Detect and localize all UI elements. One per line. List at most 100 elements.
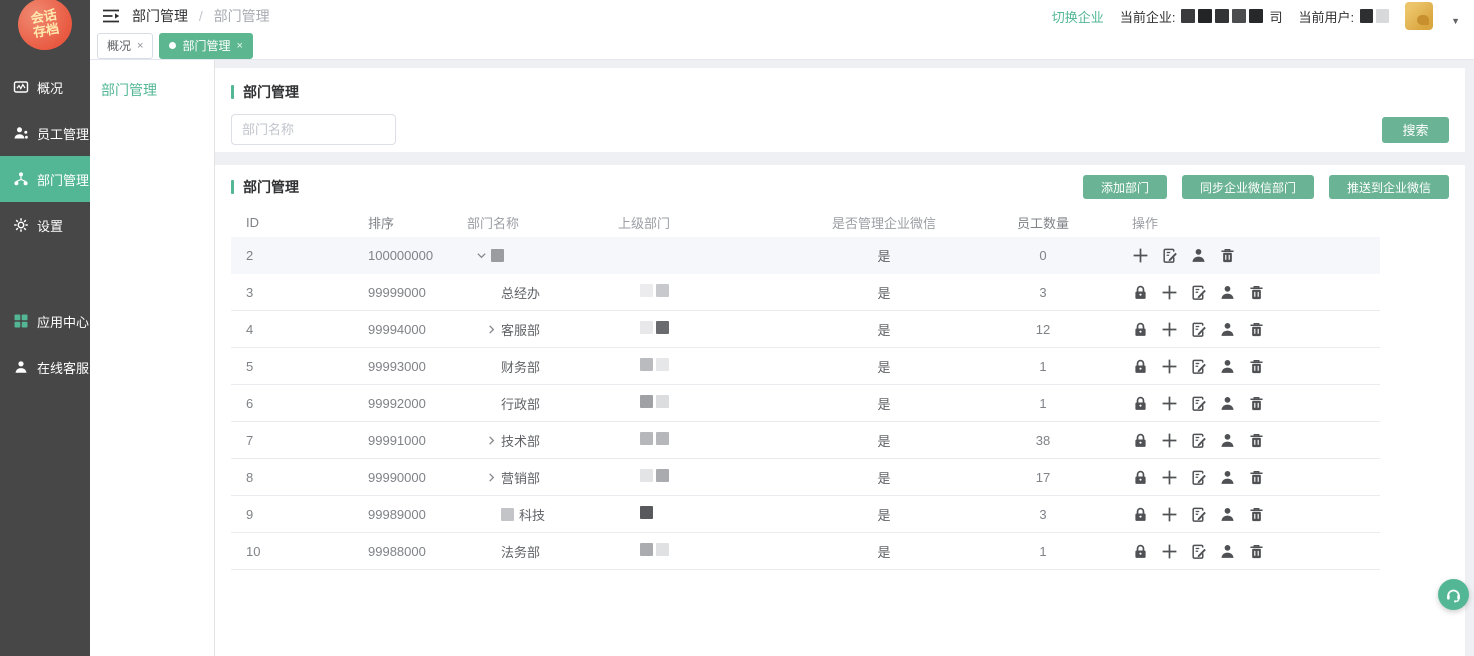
sidebar-gap xyxy=(0,248,90,298)
filter-card-title-text: 部门管理 xyxy=(243,82,299,102)
sidebar-item-employees[interactable]: 员工管理 xyxy=(0,110,90,156)
breadcrumb-section[interactable]: 部门管理 xyxy=(132,8,188,24)
table-row[interactable]: 499994000客服部是12 xyxy=(231,311,1380,348)
cell-actions xyxy=(1130,395,1380,412)
content: 部门管理 搜索 部门管理 添加部门同步企业微信部门推送到企业微信 xyxy=(215,60,1474,656)
app-logo: 会话 存档 xyxy=(14,0,76,54)
table-row[interactable]: 999989000科技是3 xyxy=(231,496,1380,533)
plus-icon[interactable] xyxy=(1161,284,1178,301)
add-department-button[interactable]: 添加部门 xyxy=(1083,175,1167,199)
edit-icon[interactable] xyxy=(1190,543,1207,560)
subsidebar-item-departments[interactable]: 部门管理 xyxy=(90,80,214,100)
user-avatar[interactable] xyxy=(1405,2,1433,30)
column-header-sort: 排序 xyxy=(350,213,450,232)
lock-icon[interactable] xyxy=(1132,469,1149,486)
plus-icon[interactable] xyxy=(1132,247,1149,264)
edit-icon[interactable] xyxy=(1190,358,1207,375)
support-float-button[interactable] xyxy=(1438,579,1469,610)
switch-company-link[interactable]: 切换企业 xyxy=(1052,7,1104,26)
edit-icon[interactable] xyxy=(1190,284,1207,301)
edit-icon[interactable] xyxy=(1190,432,1207,449)
department-name-input[interactable] xyxy=(231,114,396,145)
table-row[interactable]: 599993000财务部是1 xyxy=(231,348,1380,385)
sidebar-item-departments[interactable]: 部门管理 xyxy=(0,156,90,202)
trash-icon[interactable] xyxy=(1248,432,1265,449)
trash-icon[interactable] xyxy=(1248,321,1265,338)
lock-icon[interactable] xyxy=(1132,284,1149,301)
lock-icon[interactable] xyxy=(1132,432,1149,449)
trash-icon[interactable] xyxy=(1248,358,1265,375)
user-icon[interactable] xyxy=(1219,432,1236,449)
collapse-menu-icon[interactable] xyxy=(102,9,120,23)
trash-icon[interactable] xyxy=(1248,395,1265,412)
tab-overview[interactable]: 概况× xyxy=(97,33,153,59)
plus-icon[interactable] xyxy=(1161,395,1178,412)
sidebar-item-app-center[interactable]: 应用中心 xyxy=(0,298,90,344)
plus-icon[interactable] xyxy=(1161,432,1178,449)
table-row[interactable]: 699992000行政部是1 xyxy=(231,385,1380,422)
edit-icon[interactable] xyxy=(1190,506,1207,523)
user-icon[interactable] xyxy=(1219,358,1236,375)
lock-icon[interactable] xyxy=(1132,543,1149,560)
redacted-block xyxy=(1181,9,1195,23)
plus-icon[interactable] xyxy=(1161,469,1178,486)
trash-icon[interactable] xyxy=(1248,506,1265,523)
trash-icon[interactable] xyxy=(1248,284,1265,301)
cell-parent-department xyxy=(600,321,812,337)
trash-icon[interactable] xyxy=(1248,543,1265,560)
chevron-down-icon[interactable]: ▼ xyxy=(1451,16,1460,30)
tab-departments[interactable]: 部门管理× xyxy=(159,33,252,59)
cell-actions xyxy=(1130,543,1380,560)
user-icon[interactable] xyxy=(1190,247,1207,264)
cell-sort: 99994000 xyxy=(350,322,450,337)
lock-icon[interactable] xyxy=(1132,321,1149,338)
push-to-wecom-button[interactable]: 推送到企业微信 xyxy=(1329,175,1449,199)
plus-icon[interactable] xyxy=(1161,358,1178,375)
table-header-row: ID排序部门名称上级部门是否管理企业微信员工数量操作 xyxy=(231,207,1380,237)
trash-icon[interactable] xyxy=(1248,469,1265,486)
table-row[interactable]: 899990000营销部是17 xyxy=(231,459,1380,496)
cell-sort: 99999000 xyxy=(350,285,450,300)
user-icon[interactable] xyxy=(1219,321,1236,338)
close-icon[interactable]: × xyxy=(137,40,143,52)
plus-icon[interactable] xyxy=(1161,543,1178,560)
lock-icon[interactable] xyxy=(1132,506,1149,523)
close-icon[interactable]: × xyxy=(236,40,242,52)
user-icon[interactable] xyxy=(1219,395,1236,412)
cell-sort: 99990000 xyxy=(350,470,450,485)
table-row[interactable]: 799991000技术部是38 xyxy=(231,422,1380,459)
edit-icon[interactable] xyxy=(1161,247,1178,264)
plus-icon[interactable] xyxy=(1161,506,1178,523)
trash-icon[interactable] xyxy=(1219,247,1236,264)
edit-icon[interactable] xyxy=(1190,469,1207,486)
logo-line2: 存档 xyxy=(32,22,60,40)
current-company-redacted xyxy=(1181,9,1263,23)
cell-id: 2 xyxy=(231,248,350,263)
plus-icon[interactable] xyxy=(1161,321,1178,338)
sidebar-main-nav: 概况员工管理部门管理设置 xyxy=(0,64,90,248)
table-row[interactable]: 399999000总经办是3 xyxy=(231,274,1380,311)
table-row[interactable]: 2100000000是0 xyxy=(231,237,1380,274)
user-icon[interactable] xyxy=(1219,543,1236,560)
cell-parent-department xyxy=(600,543,812,559)
lock-icon[interactable] xyxy=(1132,395,1149,412)
user-icon[interactable] xyxy=(1219,506,1236,523)
department-name-text: 科技 xyxy=(519,505,545,524)
sidebar-item-online-support[interactable]: 在线客服 xyxy=(0,344,90,390)
arrow-right-icon[interactable] xyxy=(486,435,501,446)
search-button[interactable]: 搜索 xyxy=(1382,117,1449,143)
user-icon[interactable] xyxy=(1219,284,1236,301)
sync-wecom-departments-button[interactable]: 同步企业微信部门 xyxy=(1182,175,1314,199)
edit-icon[interactable] xyxy=(1190,321,1207,338)
arrow-down-icon[interactable] xyxy=(476,250,491,261)
arrow-right-icon[interactable] xyxy=(486,324,501,335)
lock-icon[interactable] xyxy=(1132,358,1149,375)
arrow-right-icon[interactable] xyxy=(486,472,501,483)
sidebar-item-overview[interactable]: 概况 xyxy=(0,64,90,110)
sidebar-item-settings[interactable]: 设置 xyxy=(0,202,90,248)
department-table-card: 部门管理 添加部门同步企业微信部门推送到企业微信 ID排序部门名称上级部门是否管… xyxy=(215,165,1465,656)
table-row[interactable]: 1099988000法务部是1 xyxy=(231,533,1380,570)
sidebar-bottom-nav: 应用中心在线客服 xyxy=(0,298,90,390)
user-icon[interactable] xyxy=(1219,469,1236,486)
edit-icon[interactable] xyxy=(1190,395,1207,412)
